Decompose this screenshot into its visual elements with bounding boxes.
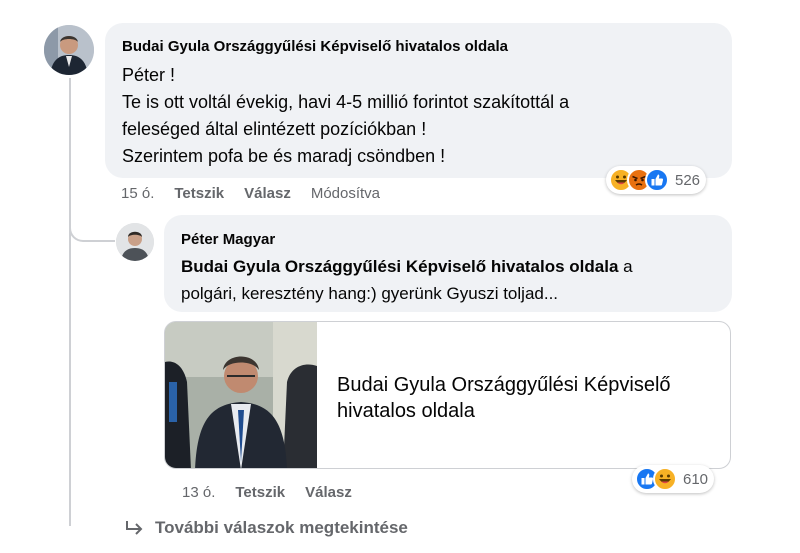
- person-photo-icon: [44, 25, 94, 75]
- comment-line: Szerintem pofa be és maradj csöndben !: [122, 146, 446, 166]
- reaction-summary[interactable]: 526: [606, 166, 707, 194]
- reply-bubble: Péter Magyar Budai Gyula Országgyűlési K…: [164, 215, 732, 312]
- avatar[interactable]: [44, 25, 94, 75]
- comment-author[interactable]: Budai Gyula Országgyűlési Képviselő hiva…: [122, 38, 508, 55]
- link-title: Budai Gyula Országgyűlési Képviselő hiva…: [337, 372, 671, 424]
- reaction-summary[interactable]: 610: [632, 465, 715, 493]
- avatar[interactable]: [116, 223, 154, 261]
- view-more-replies-link[interactable]: További válaszok megtekintése: [124, 518, 408, 538]
- comment-bubble: Budai Gyula Országgyűlési Képviselő hiva…: [105, 23, 732, 178]
- timestamp[interactable]: 15 ó.: [121, 185, 154, 202]
- comment-actions: 13 ó. Tetszik Válasz: [182, 484, 352, 501]
- comment-line: polgári, keresztény hang:) gyerünk Gyusz…: [181, 284, 559, 303]
- haha-icon: [653, 467, 677, 491]
- like-button[interactable]: Tetszik: [174, 185, 224, 202]
- comment-author[interactable]: Péter Magyar: [181, 231, 275, 248]
- reply-button[interactable]: Válasz: [305, 484, 352, 501]
- reply-button[interactable]: Válasz: [244, 185, 291, 202]
- reaction-count: 526: [675, 171, 701, 189]
- reply-arrow-icon: [126, 521, 143, 535]
- comment-line: Te is ott voltál évekig, havi 4-5 millió…: [122, 92, 570, 112]
- like-button[interactable]: Tetszik: [235, 484, 285, 501]
- person-photo-icon: [116, 223, 154, 261]
- comment-line: feleséged által elintézett pozíciókban !: [122, 119, 427, 139]
- timestamp[interactable]: 13 ó.: [182, 484, 215, 501]
- mention-link[interactable]: Budai Gyula Országgyűlési Képviselő hiva…: [181, 257, 618, 276]
- link-preview-image: [165, 322, 317, 468]
- comment-actions: 15 ó. Tetszik Válasz Módosítva: [121, 185, 380, 202]
- link-title-line: hivatalos oldala: [337, 400, 475, 422]
- link-preview-card[interactable]: Budai Gyula Országgyűlési Képviselő hiva…: [164, 321, 731, 469]
- edited-label: Módosítva: [310, 185, 381, 202]
- link-title-line: Budai Gyula Országgyűlési Képviselő: [337, 374, 671, 396]
- thread-line: [69, 78, 71, 526]
- view-more-replies-label: További válaszok megtekintése: [155, 518, 408, 537]
- reaction-count: 610: [683, 470, 709, 488]
- like-icon: [645, 168, 669, 192]
- comment-text: Péter ! Te is ott voltál évekig, havi 4-…: [122, 62, 569, 170]
- comment-line: Péter !: [122, 65, 176, 85]
- reply-connector: [69, 220, 115, 242]
- comment-text-fragment: a: [618, 257, 633, 276]
- comment-text: Budai Gyula Országgyűlési Képviselő hiva…: [181, 253, 633, 307]
